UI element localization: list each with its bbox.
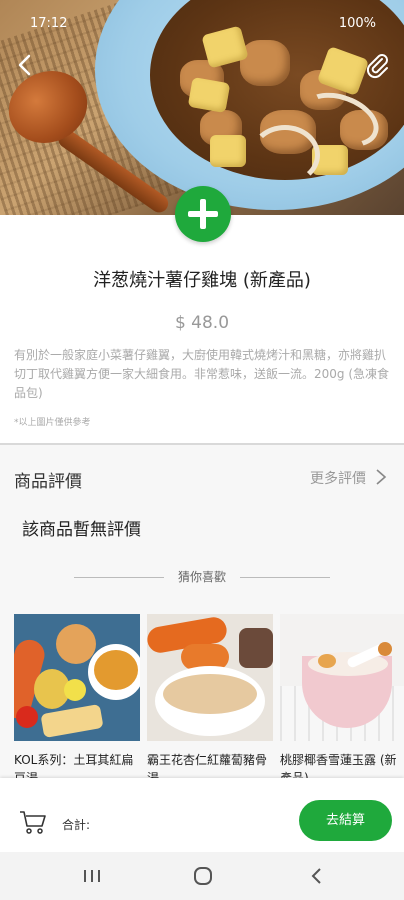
reviews-heading: 商品評價: [14, 472, 82, 492]
chevron-right-icon[interactable]: [374, 468, 388, 486]
recommend-image: [147, 614, 273, 741]
cart-bar: 合計: 去結算: [0, 778, 404, 852]
checkout-button[interactable]: 去結算: [299, 800, 392, 841]
recommend-card[interactable]: 霸王花杏仁紅蘿蔔豬骨湯: [147, 614, 273, 787]
potato-piece: [187, 76, 231, 114]
product-hero-image: 17:12 100%: [0, 0, 404, 215]
product-price: $ 48.0: [174, 313, 230, 333]
more-reviews-link[interactable]: 更多評價: [310, 468, 366, 488]
share-button[interactable]: [362, 50, 392, 80]
back-icon[interactable]: [305, 866, 329, 886]
recommend-card[interactable]: 桃膠椰香雪蓮玉露 (新產品): [280, 614, 404, 787]
back-button[interactable]: [10, 50, 40, 80]
recommend-image: [14, 614, 140, 741]
status-bar: 17:12 100%: [0, 12, 404, 36]
status-battery: 100%: [338, 16, 376, 31]
paperclip-icon: [366, 54, 388, 79]
chicken-piece: [240, 40, 290, 86]
onion-slice: [250, 125, 320, 185]
back-arrow-icon: [18, 54, 31, 76]
recommend-card[interactable]: KOL系列：土耳其紅扁豆湯: [14, 614, 140, 787]
product-title: 洋葱燒汁薯仔雞塊 (新產品): [93, 270, 311, 291]
add-to-cart-button[interactable]: [175, 186, 231, 242]
recommend-image: [280, 614, 404, 741]
home-icon[interactable]: [191, 866, 215, 886]
image-note: *以上圖片僅供參考: [14, 418, 91, 428]
recent-apps-icon[interactable]: [80, 866, 104, 886]
potato-piece: [210, 135, 246, 167]
product-description: 有別於一般家庭小菜薯仔雞翼，大廚使用韓式燒烤汁和黑糖，亦將雞扒切丁取代雞翼方便一…: [14, 348, 390, 400]
recommend-heading: 猜你喜歡: [177, 570, 226, 584]
system-nav-bar: [0, 852, 404, 900]
total-label: 合計:: [62, 818, 91, 832]
status-time: 17:12: [30, 16, 68, 31]
cart-icon[interactable]: [18, 808, 48, 836]
no-reviews-text: 該商品暫無評價: [22, 520, 141, 540]
recommend-list: KOL系列：土耳其紅扁豆湯 霸王花杏仁紅蘿蔔豬骨湯 桃膠椰香雪蓮玉露 (新產品): [14, 614, 404, 794]
